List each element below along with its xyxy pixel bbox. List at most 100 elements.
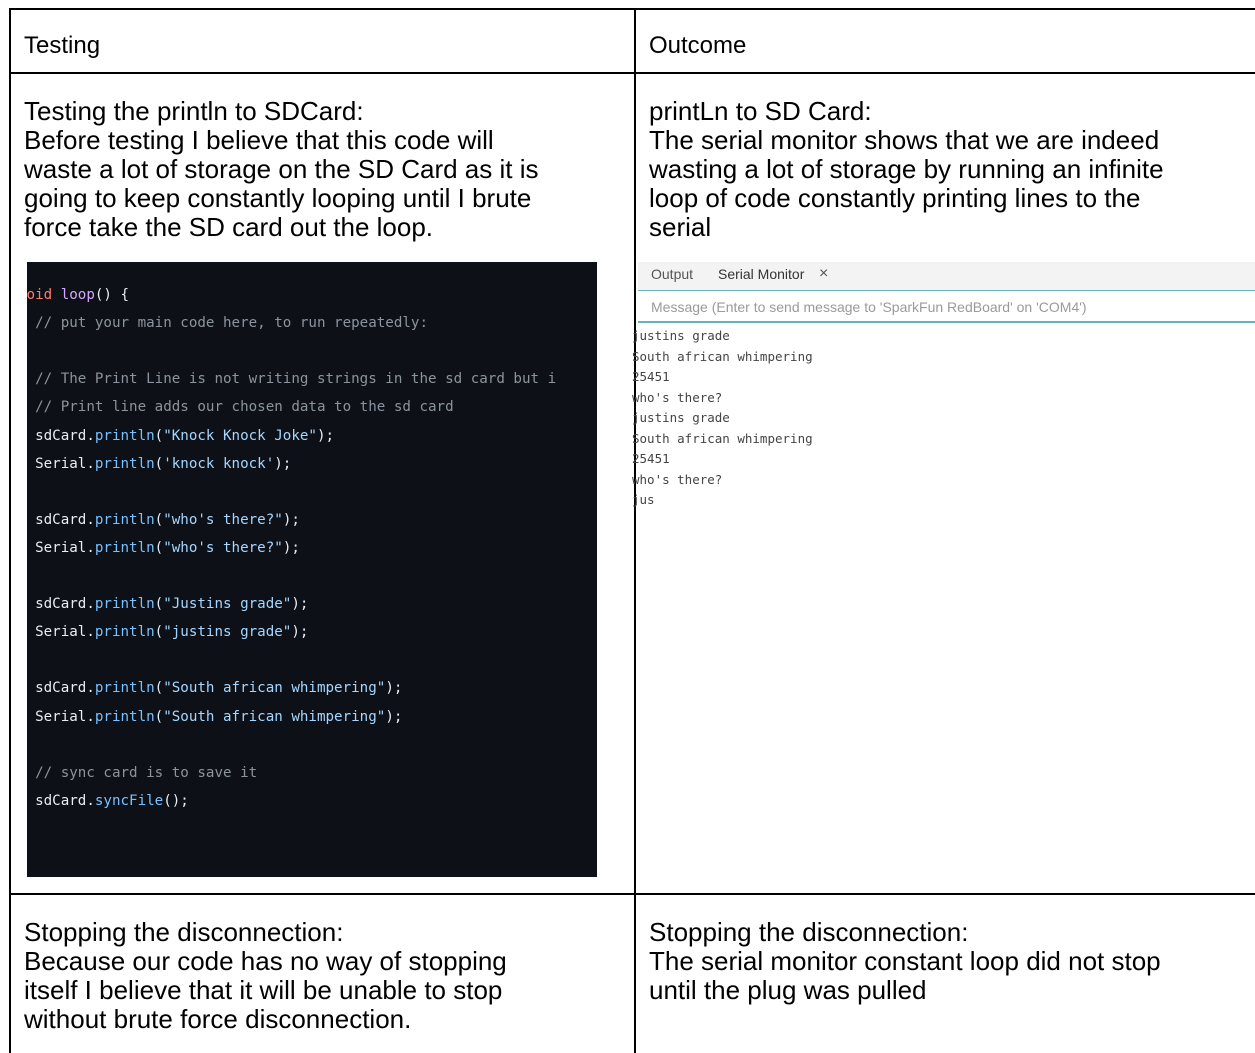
code-token: println [94, 624, 155, 641]
serial-output-line: who's there? [632, 389, 723, 405]
header-outcome: Outcome [649, 32, 747, 59]
code-token: ( [154, 455, 164, 472]
row2-outcome-title: Stopping the disconnection: [649, 917, 969, 947]
code-token: "South african whimpering" [163, 708, 386, 725]
row2-outcome-line-1: The serial monitor constant loop did not… [649, 946, 1161, 976]
serial-output-line: 25451 [632, 369, 670, 384]
row2-testing-line-3: without brute force disconnection. [24, 1004, 412, 1034]
code-token: // sync card is to save it [27, 764, 258, 781]
code-line: Serial.println("who's there?"); [27, 540, 300, 556]
code-token: println [94, 680, 155, 697]
code-line: sdCard.println("who's there?"); [27, 512, 300, 528]
code-token: ( [154, 624, 164, 641]
code-token: (); [163, 792, 189, 809]
code-token: ); [274, 455, 292, 472]
code-line: // Print line adds our chosen data to th… [27, 399, 454, 415]
code-token: // Print line adds our chosen data to th… [27, 399, 454, 416]
code-token: // put your main code here, to run repea… [27, 315, 428, 332]
serial-monitor-screenshot: Output Serial Monitor × Message (Enter t… [632, 262, 1255, 877]
code-token: Serial. [35, 624, 95, 641]
serial-output: justins grade South african whimpering 254… [632, 326, 813, 511]
code-line: sdCard.println("Justins grade"); [27, 596, 308, 612]
row1-outcome-line-2: wasting a lot of storage by running an i… [649, 154, 1164, 184]
tab-output: Output [651, 266, 694, 282]
code-token: "justins grade" [163, 624, 292, 641]
code-screenshot: void loop() { // put your main code here… [27, 262, 597, 877]
code-token: () { [94, 287, 130, 303]
code-token: ); [282, 511, 300, 528]
serial-output-line: justins grade [632, 410, 730, 425]
row2-testing-text: Stopping the disconnection: Because our … [24, 918, 624, 1034]
code-token: sdCard. [35, 596, 95, 613]
table-border-top [9, 8, 1255, 10]
code-token: ( [154, 708, 164, 725]
code-line: Serial.println('knock knock'); [27, 456, 291, 472]
code-token: sdCard. [35, 427, 95, 444]
code-token: println [94, 427, 155, 444]
code-line: sdCard.syncFile(); [27, 793, 189, 809]
code-token: void [27, 287, 53, 303]
code-token: ); [385, 708, 403, 725]
code-token: Serial. [35, 455, 95, 472]
code-token: "who's there?" [163, 511, 283, 528]
code-token: ); [282, 539, 300, 556]
code-token: syncFile [94, 792, 164, 809]
serial-output-line: South african whimpering [632, 348, 813, 364]
table-divider-column [634, 8, 636, 1053]
serial-message-placeholder: Message (Enter to send message to 'Spark… [651, 299, 1087, 315]
code-token: println [94, 539, 155, 556]
code-token: "Justins grade" [163, 596, 292, 613]
row2-testing-line-2: itself I believe that it will be unable … [24, 975, 503, 1005]
table-divider-header [9, 72, 1255, 74]
code-token: println [94, 596, 155, 613]
code-token: sdCard. [35, 792, 95, 809]
row1-testing-line-2: waste a lot of storage on the SD Card as… [24, 154, 539, 184]
row1-testing-title: Testing the println to SDCard: [24, 96, 364, 126]
row1-testing-line-3: going to keep constantly looping until I… [24, 183, 532, 213]
code-token: // The Print Line is not writing strings… [27, 371, 557, 388]
code-token: "Knock Knock Joke" [163, 427, 317, 444]
serial-message-underline [638, 321, 1255, 323]
close-icon: × [819, 265, 829, 282]
row2-testing-title: Stopping the disconnection: [24, 917, 344, 947]
tab-serial-monitor: Serial Monitor [718, 266, 805, 282]
code-token: loop [60, 287, 95, 303]
code-line: void loop() { [27, 287, 129, 303]
row1-outcome-line-4: serial [649, 212, 712, 242]
row1-testing-text: Testing the println to SDCard: Before te… [24, 97, 624, 242]
code-token: Serial. [35, 708, 95, 725]
code-token: sdCard. [35, 680, 95, 697]
serial-output-line: 25451 [632, 451, 670, 466]
code-line: // sync card is to save it [27, 765, 257, 781]
table-border-left [9, 8, 11, 1053]
serial-output-line: justins grade [632, 328, 730, 343]
row1-outcome-text: printLn to SD Card: The serial monitor s… [649, 97, 1249, 242]
code-token: ( [154, 596, 164, 613]
code-token: "South african whimpering" [163, 680, 386, 697]
code-line: // put your main code here, to run repea… [27, 315, 428, 331]
code-token: ); [316, 427, 335, 444]
code-token: 'knock knock' [163, 455, 275, 472]
code-token: ( [154, 539, 164, 556]
row1-outcome-title: printLn to SD Card: [649, 96, 872, 126]
code-token: "who's there?" [163, 539, 283, 556]
row2-outcome-text: Stopping the disconnection: The serial m… [649, 918, 1249, 1005]
row2-outcome-line-2: until the plug was pulled [649, 975, 927, 1005]
code-token: Serial. [35, 539, 95, 556]
code-line: // The Print Line is not writing strings… [27, 371, 556, 387]
header-testing: Testing [24, 32, 101, 59]
code-token: ( [154, 680, 164, 697]
row1-testing-line-1: Before testing I believe that this code … [24, 125, 494, 155]
code-line: Serial.println("justins grade"); [27, 624, 308, 640]
code-token: ); [385, 680, 403, 697]
code-token: println [94, 511, 155, 528]
row2-testing-line-1: Because our code has no way of stopping [24, 946, 507, 976]
code-line: Serial.println("South african whimpering… [27, 709, 402, 725]
code-token: ( [154, 427, 164, 444]
code-line: sdCard.println("South african whimpering… [27, 680, 402, 696]
row1-outcome-line-1: The serial monitor shows that we are ind… [649, 125, 1160, 155]
table-divider-row [9, 893, 1255, 895]
code-token: ); [291, 624, 309, 641]
row1-testing-line-4: force take the SD card out the loop. [24, 212, 434, 242]
